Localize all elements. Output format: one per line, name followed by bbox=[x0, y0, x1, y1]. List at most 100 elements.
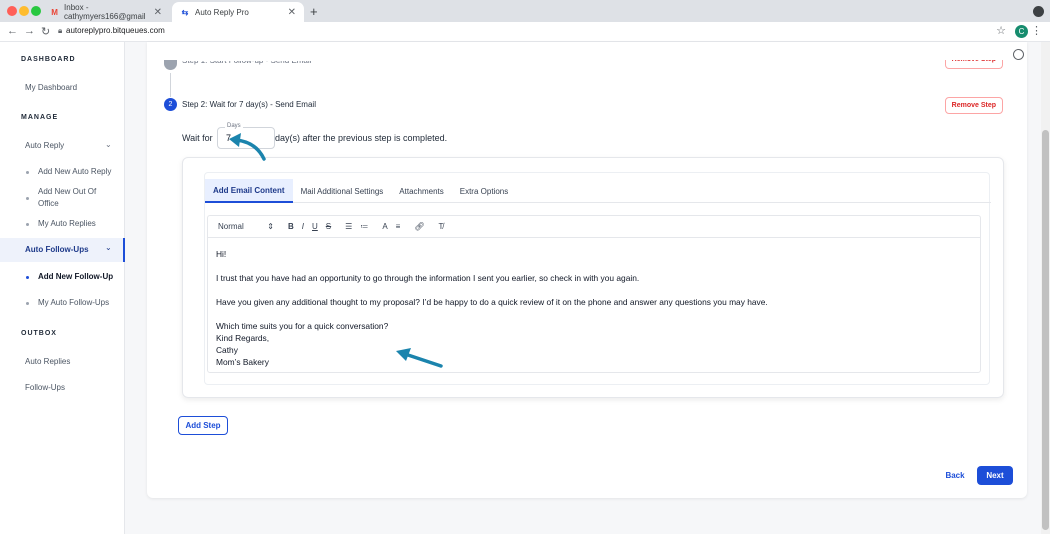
back-button[interactable]: Back bbox=[937, 466, 973, 485]
body-line bbox=[216, 308, 768, 320]
email-body[interactable]: Hi! I trust that you have had an opportu… bbox=[216, 248, 768, 368]
wait-for-label: Wait for bbox=[182, 133, 213, 143]
step-title: Step 2: Wait for 7 day(s) - Send Email bbox=[182, 100, 316, 109]
sidebar-item-my-auto-replies[interactable]: My Auto Replies bbox=[38, 218, 96, 230]
close-icon[interactable]: ✕ bbox=[288, 7, 296, 18]
editor-tabs: Add Email Content Mail Additional Settin… bbox=[205, 179, 991, 203]
next-button[interactable]: Next bbox=[977, 466, 1013, 485]
close-window-button[interactable] bbox=[7, 6, 17, 16]
step-title: Step 1: Start Follow-up - Send Email bbox=[182, 61, 311, 66]
sidebar-item-auto-replies[interactable]: Auto Replies bbox=[25, 357, 70, 366]
body-line: Which time suits you for a quick convers… bbox=[216, 321, 389, 331]
tab-inbox[interactable]: M Inbox - cathymyers166@gmail ✕ bbox=[42, 2, 170, 22]
align-icon[interactable]: ≡ bbox=[396, 222, 401, 231]
bookmark-star-icon[interactable]: ☆ bbox=[996, 24, 1006, 37]
label-line: Office bbox=[38, 199, 59, 208]
sidebar: DASHBOARD My Dashboard MANAGE Auto Reply… bbox=[0, 42, 125, 534]
sidebar-item-add-new-follow-up[interactable]: Add New Follow-Up bbox=[38, 271, 113, 283]
updown-icon: ⇕ bbox=[267, 222, 274, 231]
account-icon[interactable] bbox=[1013, 49, 1024, 60]
bullet-icon bbox=[26, 171, 29, 174]
close-icon[interactable]: ✕ bbox=[154, 7, 162, 18]
format-select[interactable]: Normal ⇕ bbox=[218, 222, 274, 231]
tab-auto-reply-pro[interactable]: ⇆ Auto Reply Pro ✕ bbox=[172, 2, 304, 22]
body-line: Kind Regards, bbox=[216, 333, 270, 343]
body-line bbox=[216, 284, 768, 296]
minimize-window-button[interactable] bbox=[19, 6, 29, 16]
tab-add-email-content[interactable]: Add Email Content bbox=[205, 179, 293, 203]
tab-label: Inbox - cathymyers166@gmail bbox=[64, 3, 146, 21]
body-line: Cathy bbox=[216, 345, 238, 355]
chevron-down-icon[interactable]: ⌄ bbox=[105, 140, 112, 149]
tab-mail-additional-settings[interactable]: Mail Additional Settings bbox=[293, 179, 392, 203]
tab-label: Auto Reply Pro bbox=[195, 7, 249, 17]
browser-menu-icon[interactable] bbox=[1033, 6, 1044, 17]
sidebar-item-add-new-auto-reply[interactable]: Add New Auto Reply bbox=[38, 166, 111, 178]
tab-extra-options[interactable]: Extra Options bbox=[452, 179, 516, 203]
rich-text-editor: Normal ⇕ B I U S ☰ ≔ A ≡ 🔗︎ T̸ Hi! I tru… bbox=[207, 215, 981, 373]
follow-up-card: Step 1: Start Follow-up - Send Email Rem… bbox=[147, 42, 1027, 498]
bullet-list-icon[interactable]: ≔ bbox=[360, 222, 368, 231]
bullet-icon bbox=[26, 276, 29, 279]
days-label: Days bbox=[225, 123, 243, 129]
more-menu-icon[interactable]: ⋮ bbox=[1031, 24, 1042, 37]
underline-icon[interactable]: U bbox=[312, 222, 318, 231]
body-line: Hi! bbox=[216, 249, 227, 259]
sidebar-item-add-new-out-of-office[interactable]: Add New Out Of Office bbox=[38, 186, 96, 210]
lock-icon: 🔒︎ bbox=[58, 26, 63, 35]
days-input[interactable]: Days 7 bbox=[217, 123, 275, 149]
editor-toolbar: Normal ⇕ B I U S ☰ ≔ A ≡ 🔗︎ T̸ bbox=[208, 216, 980, 238]
body-line: I trust that you have had an opportunity… bbox=[216, 273, 640, 283]
add-step-button[interactable]: Add Step bbox=[178, 416, 228, 435]
sidebar-item-auto-reply[interactable]: Auto Reply bbox=[25, 141, 64, 150]
profile-avatar[interactable]: C bbox=[1015, 25, 1028, 38]
remove-step-button[interactable]: Remove Step bbox=[944, 97, 1003, 114]
tab-attachments[interactable]: Attachments bbox=[391, 179, 451, 203]
main-content: Step 1: Start Follow-up - Send Email Rem… bbox=[125, 42, 1050, 534]
dashboard-header: DASHBOARD bbox=[21, 56, 76, 63]
email-content-panel: Add Email Content Mail Additional Settin… bbox=[182, 157, 1004, 398]
manage-header: MANAGE bbox=[21, 114, 59, 121]
browser-tabbar: M Inbox - cathymyers166@gmail ✕ ⇆ Auto R… bbox=[0, 0, 1050, 22]
scrollbar[interactable] bbox=[1041, 42, 1050, 534]
new-tab-button[interactable]: + bbox=[310, 4, 318, 19]
url-field[interactable]: autoreplypro.bitqueues.com bbox=[66, 26, 165, 35]
reload-icon[interactable]: ↻ bbox=[41, 25, 50, 38]
text-color-icon[interactable]: A bbox=[382, 222, 387, 231]
autoreply-icon: ⇆ bbox=[181, 7, 189, 17]
sidebar-item-auto-follow-ups[interactable]: Auto Follow-Ups ⌄ bbox=[0, 238, 125, 262]
address-bar-row: ← → ↻ 🔒︎ autoreplypro.bitqueues.com ☆ C … bbox=[0, 22, 1050, 42]
remove-step-button[interactable]: Remove Step bbox=[944, 60, 1003, 69]
body-line bbox=[216, 260, 768, 272]
step-connector bbox=[170, 73, 171, 97]
email-editor-card: Add Email Content Mail Additional Settin… bbox=[204, 172, 991, 385]
sidebar-item-my-dashboard[interactable]: My Dashboard bbox=[25, 83, 77, 92]
ordered-list-icon[interactable]: ☰ bbox=[345, 222, 352, 231]
back-arrow-icon[interactable]: ← bbox=[7, 25, 18, 37]
strikethrough-icon[interactable]: S bbox=[326, 222, 331, 231]
step-number bbox=[164, 60, 177, 70]
clear-format-icon[interactable]: T̸ bbox=[438, 222, 443, 231]
sidebar-item-my-auto-follow-ups[interactable]: My Auto Follow-Ups bbox=[38, 297, 109, 309]
sidebar-item-follow-ups[interactable]: Follow-Ups bbox=[25, 383, 65, 392]
chevron-down-icon: ⌄ bbox=[105, 243, 112, 252]
body-line: Have you given any additional thought to… bbox=[216, 297, 768, 307]
step-number: 2 bbox=[164, 98, 177, 111]
bullet-icon bbox=[26, 302, 29, 305]
bold-icon[interactable]: B bbox=[288, 222, 294, 231]
bullet-icon bbox=[26, 223, 29, 226]
days-value: 7 bbox=[226, 133, 232, 143]
label-line: Add New Out Of bbox=[38, 187, 97, 196]
sidebar-item-label: Auto Follow-Ups bbox=[25, 245, 89, 254]
maximize-window-button[interactable] bbox=[31, 6, 41, 16]
body-line: Mom’s Bakery bbox=[216, 357, 269, 367]
bullet-icon bbox=[26, 197, 29, 200]
link-icon[interactable]: 🔗︎ bbox=[414, 222, 424, 231]
outbox-header: OUTBOX bbox=[21, 330, 57, 337]
gmail-icon: M bbox=[51, 7, 58, 17]
scrollbar-thumb[interactable] bbox=[1042, 130, 1049, 530]
italic-icon[interactable]: I bbox=[302, 222, 304, 231]
format-value: Normal bbox=[218, 222, 244, 231]
forward-arrow-icon[interactable]: → bbox=[24, 25, 35, 37]
after-step-text: day(s) after the previous step is comple… bbox=[275, 133, 448, 143]
